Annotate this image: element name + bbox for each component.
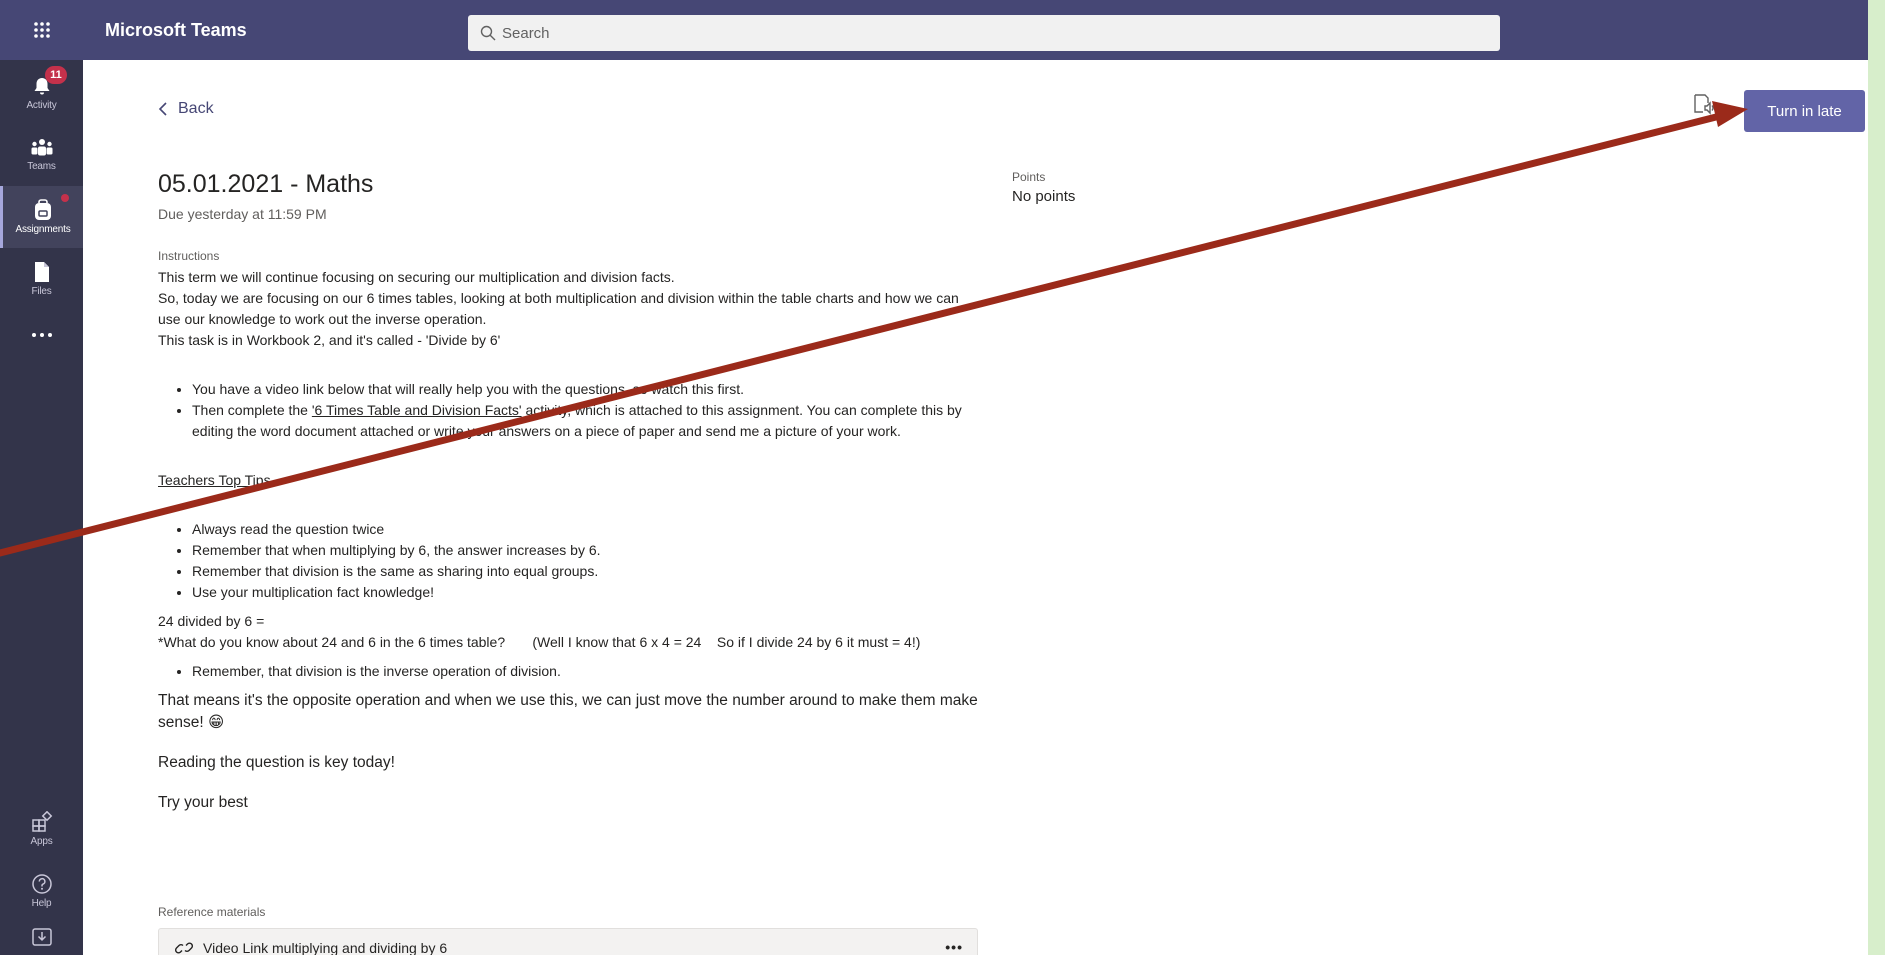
back-button[interactable]: Back <box>158 100 214 118</box>
rail-item-activity[interactable]: 11 Activity <box>0 62 83 124</box>
try-best-text: Try your best <box>158 794 248 811</box>
due-date: Due yesterday at 11:59 PM <box>158 206 327 222</box>
chevron-left-icon <box>158 102 167 116</box>
app-launcher-button[interactable] <box>0 0 83 60</box>
link-icon <box>175 942 193 954</box>
reference-label: Reference materials <box>158 905 266 919</box>
app-title: Microsoft Teams <box>105 19 247 40</box>
inverse-item: Remember, that division is the inverse o… <box>192 661 978 682</box>
rail-item-teams[interactable]: Teams <box>0 124 83 186</box>
reading-key-text: Reading the question is key today! <box>158 754 395 771</box>
activity-badge: 11 <box>45 66 67 84</box>
waffle-icon <box>33 22 50 38</box>
search-input[interactable] <box>502 24 1402 42</box>
instruction-line: This term we will continue focusing on s… <box>158 269 675 285</box>
file-icon <box>34 262 49 282</box>
tip-item: Always read the question twice <box>192 519 978 540</box>
reference-title: Video Link multiplying and dividing by 6 <box>203 940 448 955</box>
rail-item-assignments[interactable]: Assignments <box>0 186 83 248</box>
search-box[interactable] <box>468 15 1500 51</box>
backpack-icon <box>35 199 51 220</box>
instructions: Instructions This term we will continue … <box>158 246 978 814</box>
tip-item: Remember that division is the same as sh… <box>192 561 978 582</box>
rail-item-label: Teams <box>27 161 56 172</box>
example-line: *What do you know about 24 and 6 in the … <box>158 634 921 650</box>
tip-item: Remember that when multiplying by 6, the… <box>192 540 978 561</box>
example-line: 24 divided by 6 = <box>158 613 265 629</box>
top-bar: Microsoft Teams <box>83 0 1868 60</box>
apps-icon <box>31 811 52 832</box>
turn-in-late-button[interactable]: Turn in late <box>1744 90 1865 132</box>
rail-item-apps[interactable]: Apps <box>0 798 83 860</box>
tips-heading: Teachers Top Tips <box>158 472 271 488</box>
inverse-list: Remember, that division is the inverse o… <box>158 661 978 682</box>
app-rail: 11 Activity Teams Assignments Files Apps… <box>0 0 83 955</box>
more-icon <box>31 333 52 337</box>
rail-item-more[interactable] <box>0 310 83 360</box>
points-label: Points <box>1012 170 1046 184</box>
tips-list: Always read the question twice Remember … <box>158 519 978 603</box>
rail-item-files[interactable]: Files <box>0 248 83 310</box>
instruction-line: This task is in Workbook 2, and it's cal… <box>158 332 501 348</box>
opposite-text: That means it's the opposite operation a… <box>158 692 978 731</box>
instructions-label: Instructions <box>158 249 220 263</box>
task-steps: You have a video link below that will re… <box>158 379 978 442</box>
reference-link-card[interactable]: Video Link multiplying and dividing by 6… <box>158 928 978 955</box>
rail-item-label: Activity <box>26 100 57 111</box>
teams-window: 11 Activity Teams Assignments Files Apps… <box>0 0 1868 955</box>
task-step: You have a video link below that will re… <box>192 379 978 400</box>
rail-item-label: Help <box>31 898 52 909</box>
help-icon <box>31 874 52 894</box>
rail-item-download[interactable] <box>0 918 83 955</box>
search-icon <box>480 25 496 41</box>
more-options-button[interactable]: ••• <box>945 939 963 955</box>
activity-link[interactable]: '6 Times Table and Division Facts' <box>312 402 522 418</box>
points-value: No points <box>1012 188 1076 205</box>
immersive-reader-button[interactable] <box>1692 92 1716 121</box>
task-step: Then complete the '6 Times Table and Div… <box>192 400 978 442</box>
immersive-reader-icon <box>1694 94 1714 115</box>
instruction-line: So, today we are focusing on our 6 times… <box>158 290 959 327</box>
assignment-title: 05.01.2021 - Maths <box>158 170 374 198</box>
notification-dot <box>61 194 69 202</box>
download-icon <box>31 927 52 946</box>
rail-item-label: Apps <box>30 836 53 847</box>
rail-item-label: Files <box>31 286 52 297</box>
rail-item-label: Assignments <box>15 224 71 235</box>
tip-item: Use your multiplication fact knowledge! <box>192 582 978 603</box>
rail-item-help[interactable]: Help <box>0 860 83 922</box>
back-label: Back <box>178 100 214 117</box>
teams-icon <box>31 139 52 156</box>
task-step-text: Then complete the <box>192 402 312 418</box>
